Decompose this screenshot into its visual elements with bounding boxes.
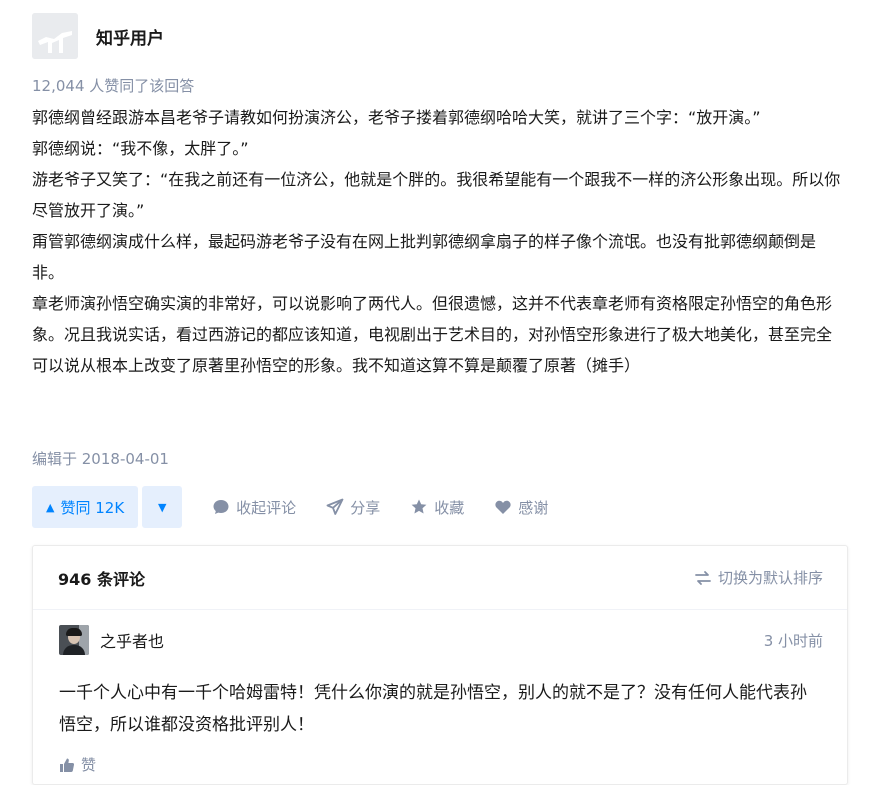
answer-content: 郭德纲曾经跟游本昌老爷子请教如何扮演济公，老爷子搂着郭德纲哈哈大笑，就讲了三个字…	[32, 102, 844, 381]
comment-time: 3 小时前	[763, 631, 823, 650]
triangle-up-icon: ▲	[46, 500, 55, 514]
answer-actions: ▲ 赞同 12K ▼ 收起评论 分享 收藏 感谢	[32, 486, 548, 528]
paper-plane-icon	[326, 498, 344, 515]
share-label: 分享	[350, 498, 381, 517]
default-avatar-icon	[32, 13, 78, 59]
author-name[interactable]: 知乎用户	[96, 24, 164, 49]
share-button[interactable]: 分享	[326, 497, 380, 518]
collapse-comments-button[interactable]: 收起评论	[212, 497, 296, 518]
answer-paragraph: 郭德纲说：“我不像，太胖了。”	[32, 139, 249, 158]
comment-bubble-icon	[213, 500, 229, 514]
comments-panel: 946 条评论 切换为默认排序 之乎者也 3 小时前 一千个人心中有一千个哈姆雷…	[32, 545, 848, 785]
comment-like-button[interactable]: 赞	[59, 754, 823, 775]
sort-toggle-button[interactable]: 切换为默认排序	[694, 567, 823, 588]
thumbs-up-icon	[60, 758, 75, 772]
commenter-avatar[interactable]	[59, 625, 89, 655]
thanks-label: 感谢	[518, 498, 549, 517]
comments-count: 946 条评论	[58, 569, 145, 589]
triangle-down-icon: ▼	[157, 500, 167, 514]
vote-up-button[interactable]: ▲ 赞同 12K	[32, 486, 139, 528]
comments-header: 946 条评论 切换为默认排序	[33, 546, 847, 610]
vote-down-button[interactable]: ▼	[142, 486, 183, 528]
switch-arrows-icon	[695, 570, 711, 585]
star-icon	[411, 499, 427, 514]
commenter-name[interactable]: 之乎者也	[100, 628, 164, 652]
edited-time[interactable]: 编辑于 2018-04-01	[32, 448, 169, 469]
answer-paragraph: 游老爷子又笑了：“在我之前还有一位济公，他就是个胖的。我很希望能有一个跟我不一样…	[32, 170, 841, 220]
vote-up-label: 赞同 12K	[60, 498, 125, 517]
answer-paragraph: 郭德纲曾经跟游本昌老爷子请教如何扮演济公，老爷子搂着郭德纲哈哈大笑，就讲了三个字…	[32, 108, 761, 127]
comment-like-label: 赞	[81, 756, 97, 774]
author-avatar[interactable]	[32, 13, 78, 59]
heart-icon	[495, 500, 511, 514]
comment-item: 之乎者也 3 小时前 一千个人心中有一千个哈姆雷特！凭什么你演的就是孙悟空，别人…	[59, 624, 823, 775]
sort-toggle-label: 切换为默认排序	[717, 569, 823, 587]
collapse-comments-label: 收起评论	[236, 498, 297, 517]
thanks-button[interactable]: 感谢	[494, 497, 548, 518]
vote-count-text: 12,044 人赞同了该回答	[32, 77, 195, 95]
comment-text: 一千个人心中有一千个哈姆雷特！凭什么你演的就是孙悟空，别人的就不是了？没有任何人…	[59, 683, 807, 735]
favorite-label: 收藏	[434, 498, 465, 517]
answer-paragraph: 甭管郭德纲演成什么样，最起码游老爷子没有在网上批判郭德纲拿扇子的样子像个流氓。也…	[32, 232, 817, 282]
answer-author: 知乎用户	[32, 12, 164, 60]
favorite-button[interactable]: 收藏	[410, 497, 464, 518]
comment-user-row: 之乎者也 3 小时前	[59, 624, 823, 656]
answer-paragraph: 章老师演孙悟空确实演的非常好，可以说影响了两代人。但很遗憾，这并不代表章老师有资…	[32, 294, 833, 375]
